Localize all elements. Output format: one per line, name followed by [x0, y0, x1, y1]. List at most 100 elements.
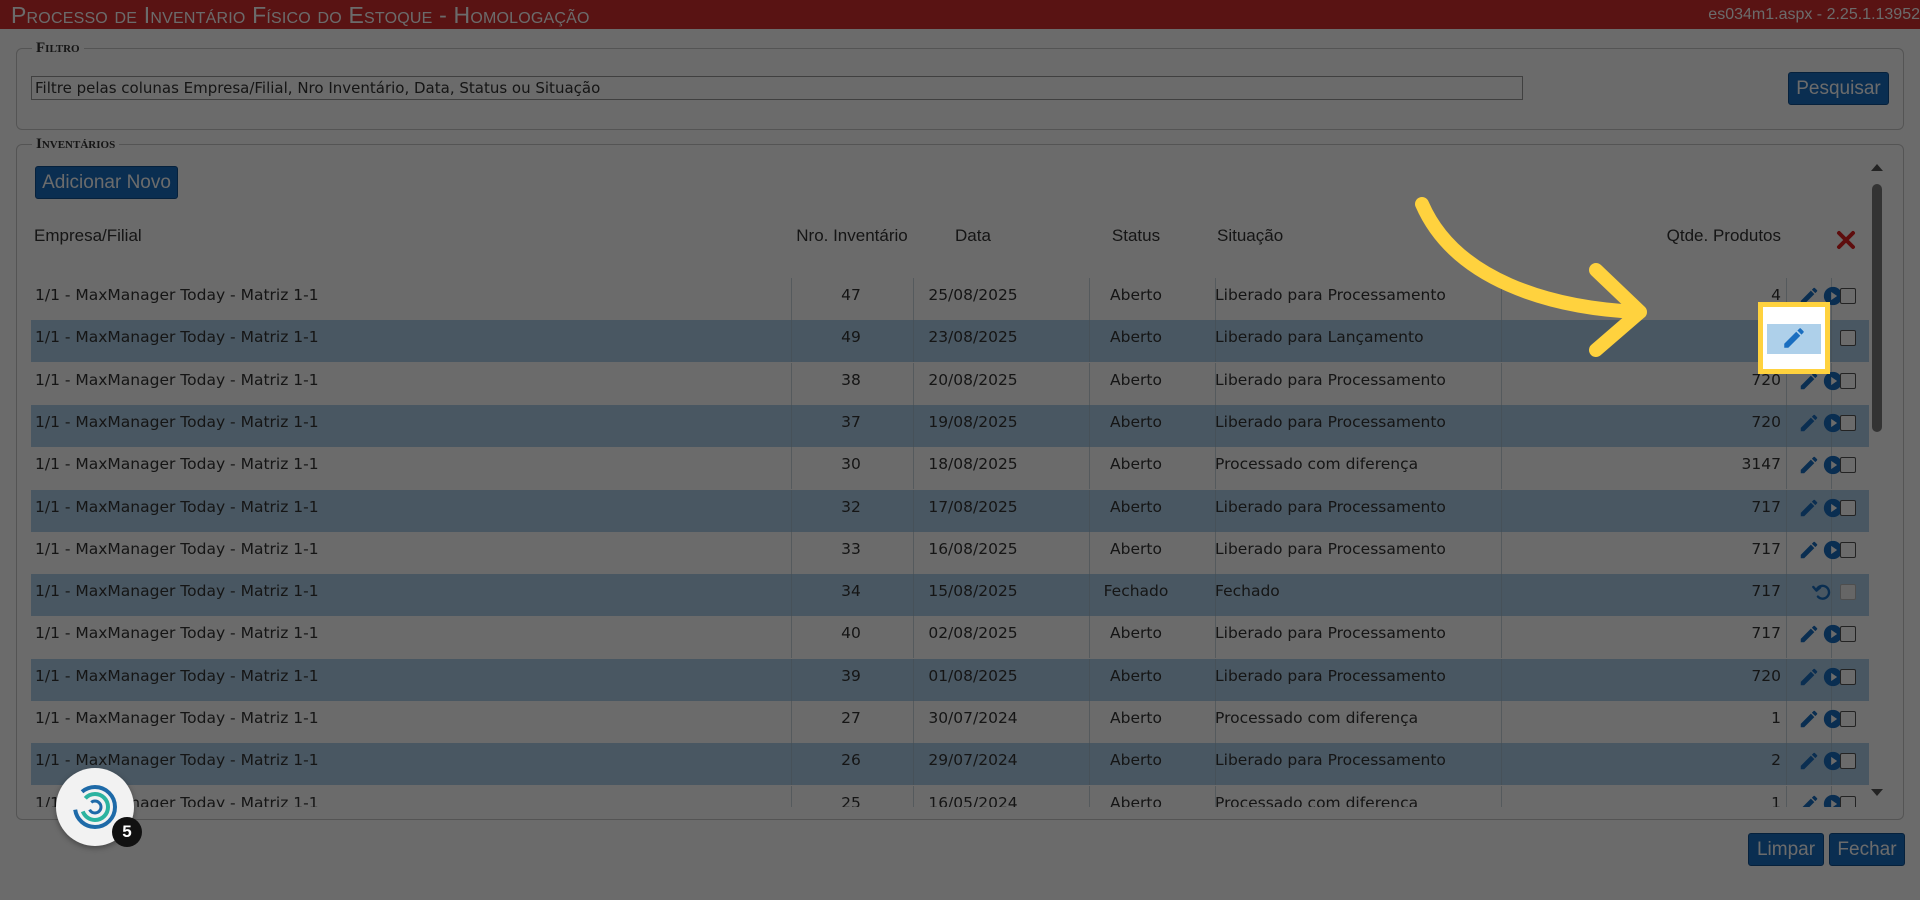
inventory-legend: Inventários [36, 136, 116, 152]
pencil-icon[interactable] [1798, 454, 1820, 476]
scroll-thumb[interactable] [1872, 184, 1882, 432]
search-button[interactable]: Pesquisar [1788, 72, 1889, 105]
row-select-cell [1835, 743, 1861, 785]
row-checkbox[interactable] [1840, 499, 1856, 516]
cell-data: 29/07/2024 [928, 751, 1018, 770]
scroll-down-arrow-icon[interactable] [1871, 789, 1883, 796]
cell-nro-inventario: 26 [841, 751, 861, 770]
cell-nro-inventario: 32 [841, 497, 861, 516]
table-row[interactable]: 1/1 - MaxManager Today - Matriz 1-1 26 29/… [31, 743, 1869, 786]
row-checkbox[interactable] [1840, 626, 1856, 643]
table-row[interactable]: 1/1 - MaxManager Today - Matriz 1-1 30 18/… [31, 447, 1869, 490]
cell-status: Aberto [1110, 370, 1162, 389]
row-checkbox[interactable] [1840, 795, 1856, 807]
table-row[interactable]: 1/1 - MaxManager Today - Matriz 1-1 34 15/… [31, 574, 1869, 617]
cell-data: 30/07/2024 [928, 709, 1018, 727]
table-row[interactable]: 1/1 - MaxManager Today - Matriz 1-1 38 20/… [31, 362, 1869, 405]
table-row[interactable]: 1/1 - MaxManager Today - Matriz 1-1 47 25/… [31, 278, 1869, 320]
cell-situacao: Liberado para Lançamento [1215, 328, 1424, 347]
cell-status: Aberto [1110, 497, 1162, 516]
table-scrollbar[interactable] [1867, 164, 1887, 804]
table-header: Empresa/Filial Nro. Inventário Data Stat… [31, 226, 1869, 276]
cell-qtde-produtos: 720 [1751, 370, 1781, 389]
cell-status: Aberto [1110, 751, 1162, 770]
table-row[interactable]: 1/1 - MaxManager Today - Matriz 1-1 40 02/… [31, 616, 1869, 659]
cell-status: Aberto [1110, 286, 1162, 304]
cell-empresa: 1/1 - MaxManager Today - Matriz 1-1 [35, 751, 319, 770]
pencil-icon[interactable] [1798, 708, 1820, 730]
row-checkbox[interactable] [1840, 414, 1856, 431]
cell-nro-inventario: 38 [841, 370, 861, 389]
cell-empresa: 1/1 - MaxManager Today - Matriz 1-1 [35, 793, 319, 807]
column-header-situacao[interactable]: Situação [1217, 226, 1283, 246]
pencil-icon[interactable] [1798, 412, 1820, 434]
clear-button[interactable]: Limpar [1748, 833, 1824, 866]
cell-nro-inventario: 27 [841, 709, 861, 727]
cell-empresa: 1/1 - MaxManager Today - Matriz 1-1 [35, 286, 319, 304]
cell-empresa: 1/1 - MaxManager Today - Matriz 1-1 [35, 666, 319, 685]
cell-status: Aberto [1110, 709, 1162, 727]
cell-data: 01/08/2025 [928, 666, 1018, 685]
row-select-cell [1835, 278, 1861, 320]
pencil-icon[interactable] [1798, 623, 1820, 645]
table-row[interactable]: 1/1 - MaxManager Today - Matriz 1-1 33 16/… [31, 531, 1869, 574]
row-checkbox[interactable] [1840, 541, 1856, 558]
search-input[interactable] [31, 76, 1523, 100]
pencil-icon[interactable] [1781, 325, 1807, 351]
cell-qtde-produtos: 720 [1751, 666, 1781, 685]
cell-status: Aberto [1110, 539, 1162, 558]
pencil-icon[interactable] [1798, 497, 1820, 519]
row-select-cell [1835, 405, 1861, 447]
table-row[interactable]: 1/1 - MaxManager Today - Matriz 1-1 25 16/… [31, 785, 1869, 807]
cell-status: Aberto [1110, 624, 1162, 643]
row-select-cell [1835, 616, 1861, 658]
cell-data: 25/08/2025 [928, 286, 1018, 304]
cell-status: Aberto [1110, 412, 1162, 431]
pencil-icon[interactable] [1798, 793, 1820, 807]
cell-situacao: Processado com diferença [1215, 793, 1419, 807]
cell-empresa: 1/1 - MaxManager Today - Matriz 1-1 [35, 455, 319, 474]
column-header-status[interactable]: Status [1091, 226, 1181, 246]
row-select-cell [1835, 363, 1861, 405]
pencil-icon[interactable] [1798, 539, 1820, 561]
table-row[interactable]: 1/1 - MaxManager Today - Matriz 1-1 39 01/… [31, 658, 1869, 701]
cell-qtde-produtos: 720 [1751, 412, 1781, 431]
page-title: Processo de Inventário Físico do Estoque… [11, 2, 590, 28]
close-button[interactable]: Fechar [1829, 833, 1905, 866]
table-row[interactable]: 1/1 - MaxManager Today - Matriz 1-1 32 17/… [31, 489, 1869, 532]
column-header-qtde[interactable]: Qtde. Produtos [1491, 226, 1781, 246]
row-checkbox[interactable] [1840, 457, 1856, 474]
row-select-cell [1835, 786, 1861, 807]
cell-situacao: Processado com diferença [1215, 455, 1419, 474]
cell-nro-inventario: 34 [841, 582, 861, 601]
table-row[interactable]: 1/1 - MaxManager Today - Matriz 1-1 49 23/… [31, 320, 1869, 363]
row-select-cell [1835, 574, 1861, 616]
cell-empresa: 1/1 - MaxManager Today - Matriz 1-1 [35, 328, 319, 347]
row-select-cell [1835, 490, 1861, 532]
scroll-up-arrow-icon[interactable] [1871, 164, 1883, 171]
chat-notification-badge: 5 [112, 817, 142, 847]
table-row[interactable]: 1/1 - MaxManager Today - Matriz 1-1 27 30/… [31, 701, 1869, 743]
pencil-icon[interactable] [1798, 666, 1820, 688]
table-row[interactable]: 1/1 - MaxManager Today - Matriz 1-1 37 19/… [31, 404, 1869, 447]
cell-data: 18/08/2025 [928, 455, 1018, 474]
row-select-cell [1835, 701, 1861, 743]
add-new-button[interactable]: Adicionar Novo [35, 166, 178, 199]
cell-qtde-produtos: 717 [1751, 582, 1781, 601]
undo-icon[interactable] [1811, 581, 1833, 603]
column-header-nro[interactable]: Nro. Inventário [793, 226, 911, 246]
column-header-data[interactable]: Data [914, 226, 1032, 246]
cell-qtde-produtos: 717 [1751, 624, 1781, 643]
delete-selected-icon[interactable] [1831, 228, 1861, 257]
row-checkbox[interactable] [1840, 288, 1856, 304]
pencil-icon[interactable] [1798, 750, 1820, 772]
row-checkbox[interactable] [1840, 668, 1856, 685]
column-header-empresa[interactable]: Empresa/Filial [34, 226, 142, 246]
cell-situacao: Fechado [1215, 582, 1280, 601]
row-checkbox[interactable] [1840, 330, 1856, 347]
cell-qtde-produtos: 0 [1491, 320, 1781, 362]
cell-situacao: Processado com diferença [1215, 709, 1419, 727]
row-checkbox[interactable] [1840, 711, 1856, 727]
row-checkbox[interactable] [1840, 753, 1856, 770]
row-checkbox[interactable] [1840, 372, 1856, 389]
